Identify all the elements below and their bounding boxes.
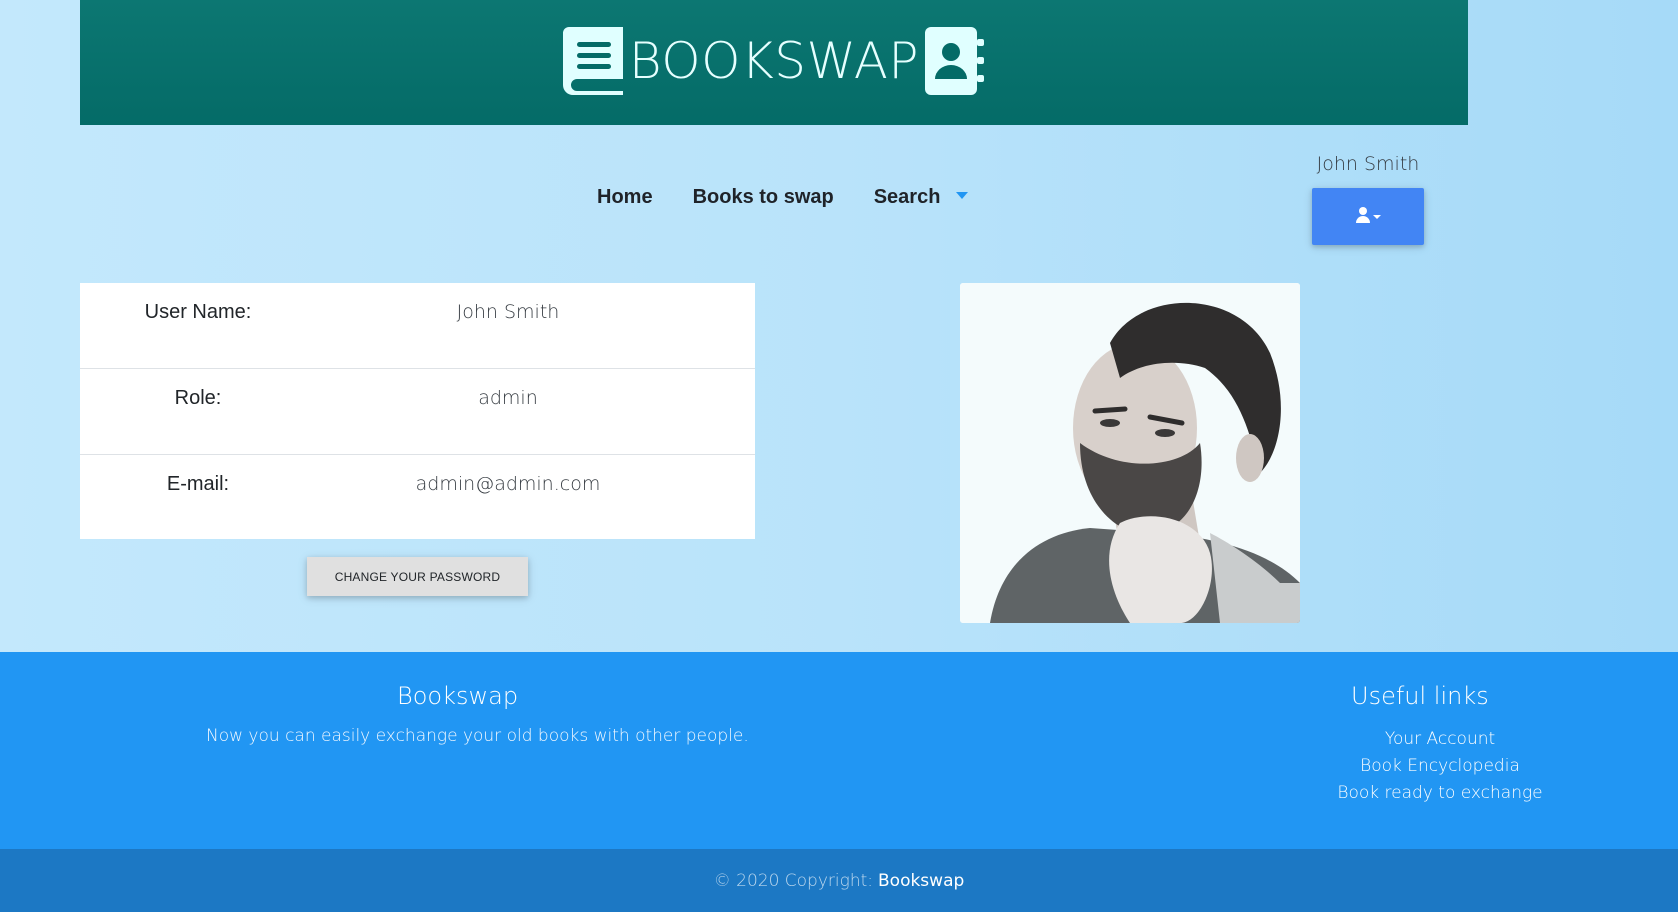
useful-links-list: Your Account Book Encyclopedia Book read… xyxy=(1300,726,1580,807)
header-banner: BOOKSWAP xyxy=(80,0,1468,125)
brand-name: BOOKSWAP xyxy=(628,31,920,90)
book-icon xyxy=(562,26,623,95)
user-icon xyxy=(1355,207,1370,226)
link-book-ready-to-exchange[interactable]: Book ready to exchange xyxy=(1300,780,1580,807)
user-menu-button[interactable] xyxy=(1312,188,1424,245)
footer: Bookswap Now you can easily exchange you… xyxy=(0,652,1678,849)
profile-row-email: E-mail: admin@admin.com xyxy=(80,455,755,540)
profile-row-role: Role: admin xyxy=(80,369,755,455)
role-value: admin xyxy=(478,387,538,409)
nav-books-to-swap[interactable]: Books to swap xyxy=(693,186,834,209)
nav-search-dropdown[interactable]: Search xyxy=(874,186,969,209)
footer-description: Now you can easily exchange your old boo… xyxy=(206,726,749,746)
current-user-name: John Smith xyxy=(1316,153,1420,175)
link-book-encyclopedia[interactable]: Book Encyclopedia xyxy=(1300,753,1580,780)
copyright-text: © 2020 Copyright: xyxy=(713,870,873,891)
caret-down-icon xyxy=(1372,214,1381,219)
main-nav: Home Books to swap Search xyxy=(597,186,969,209)
copyright-link[interactable]: Bookswap xyxy=(878,871,964,891)
nav-search[interactable]: Search xyxy=(874,186,941,209)
role-label: Role: xyxy=(174,387,222,409)
email-value: admin@admin.com xyxy=(415,473,601,495)
copyright-bar: © 2020 Copyright: Bookswap xyxy=(0,849,1678,912)
profile-info-card: User Name: John Smith Role: admin E-mail… xyxy=(80,283,755,539)
username-value: John Smith xyxy=(456,301,560,323)
address-book-icon xyxy=(925,26,985,95)
username-label: User Name: xyxy=(144,301,252,323)
email-label: E-mail: xyxy=(166,473,230,495)
nav-home[interactable]: Home xyxy=(597,186,653,209)
chevron-down-icon[interactable] xyxy=(956,192,969,199)
profile-row-username: User Name: John Smith xyxy=(80,283,755,369)
footer-title: Bookswap xyxy=(397,682,519,710)
brand-logo[interactable]: BOOKSWAP xyxy=(562,26,985,95)
profile-avatar xyxy=(960,283,1300,623)
link-your-account[interactable]: Your Account xyxy=(1300,726,1580,753)
change-password-button[interactable]: CHANGE YOUR PASSWORD xyxy=(307,557,528,596)
useful-links-title: Useful links xyxy=(1351,682,1489,710)
